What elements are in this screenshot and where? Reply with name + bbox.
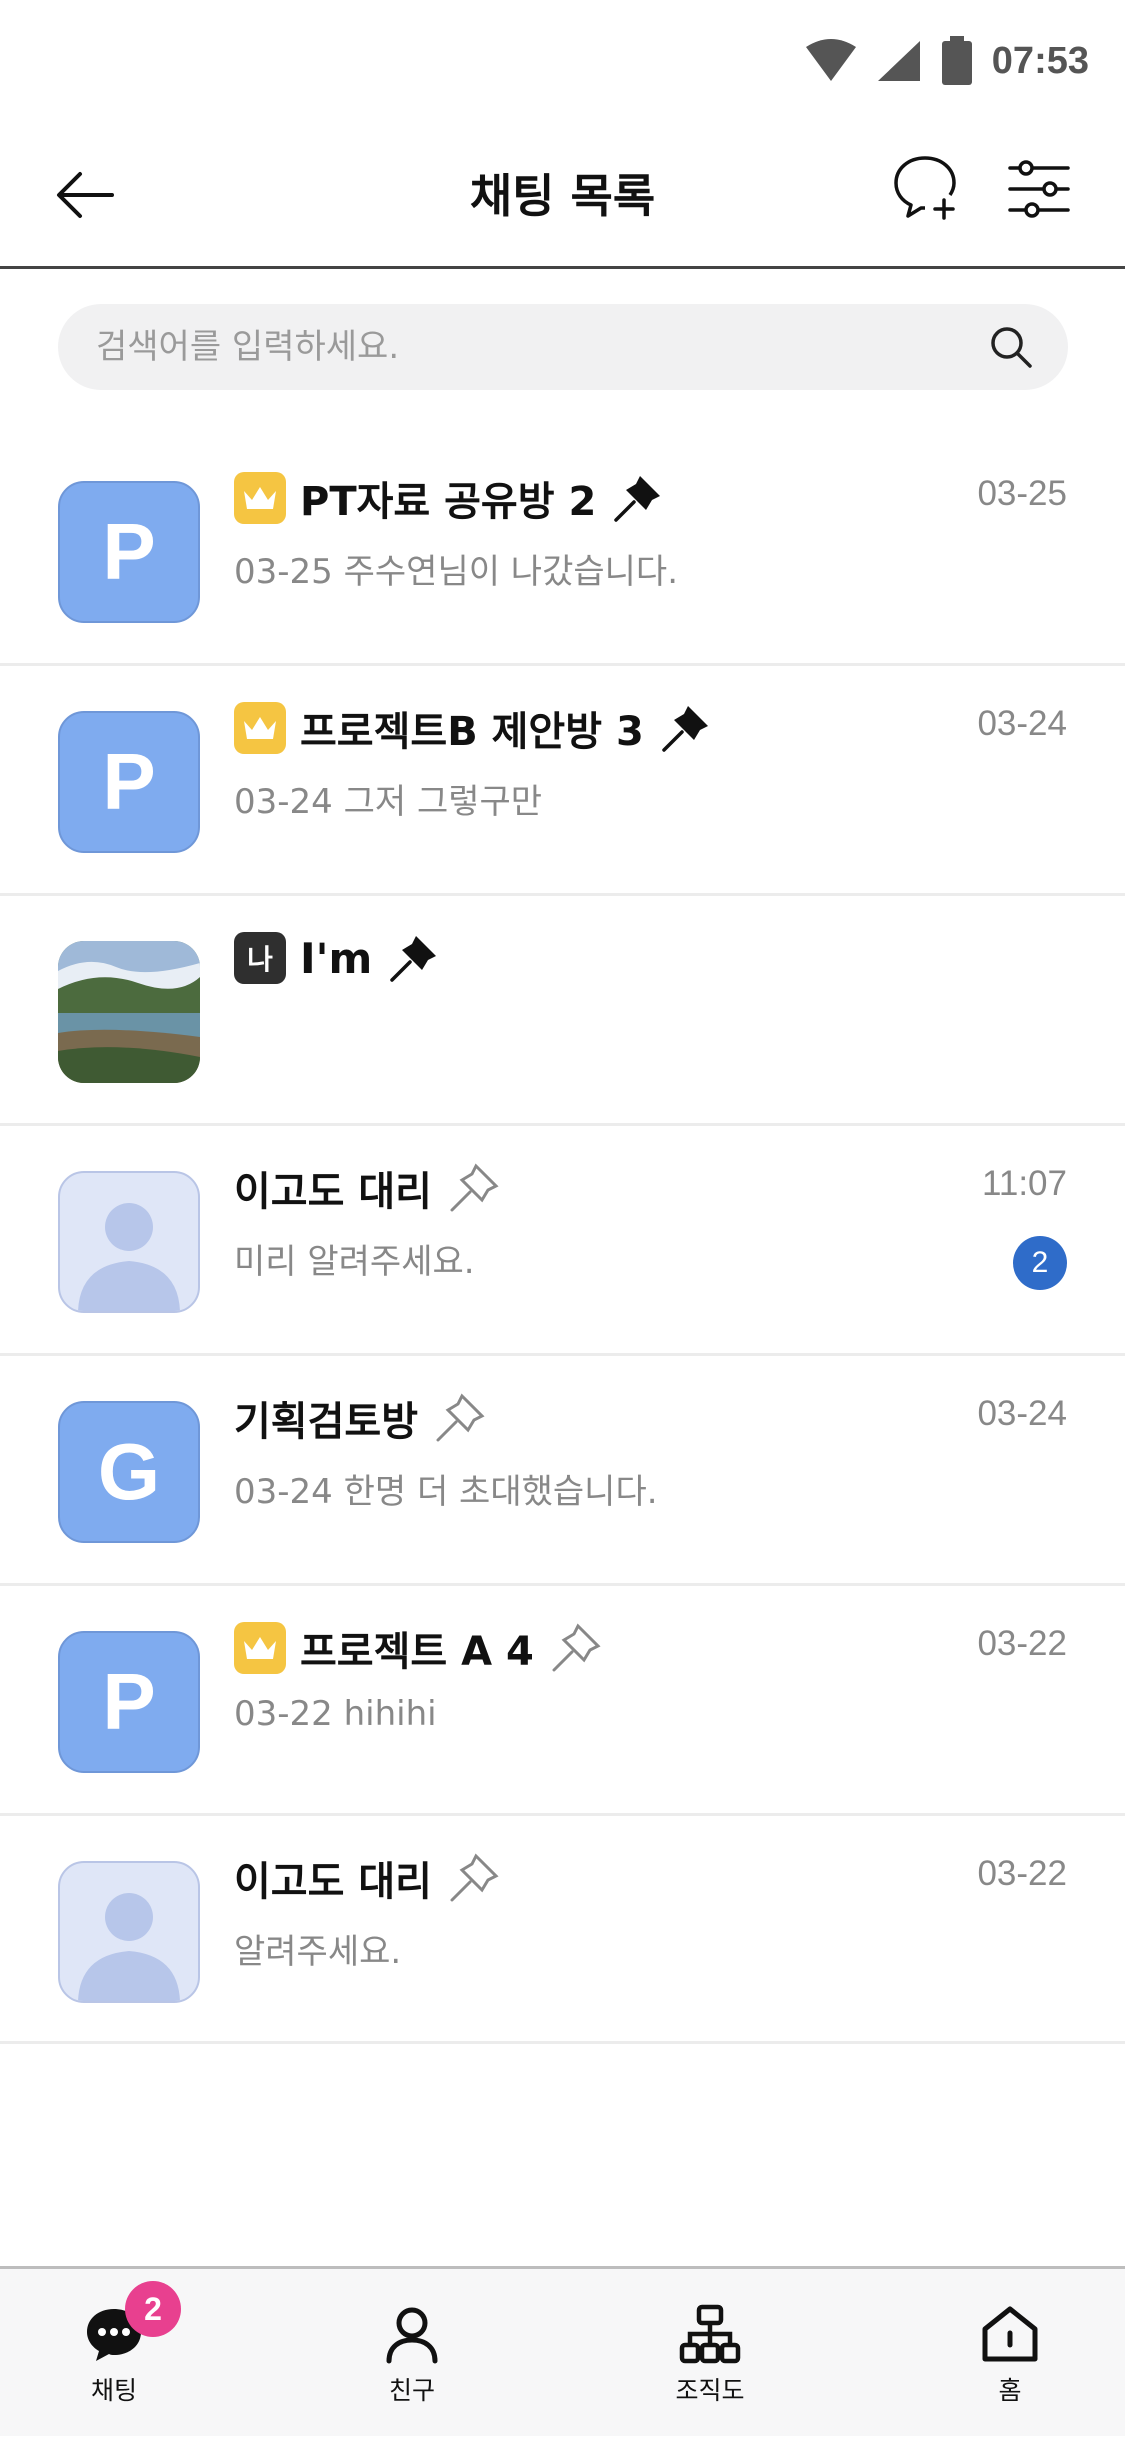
avatar-letter: P	[102, 737, 156, 826]
chat-name: PT자료 공유방 2	[300, 479, 597, 525]
chat-name: I'm	[300, 933, 373, 983]
crown-icon	[234, 472, 286, 524]
chat-title-line: 프로젝트 A 4	[234, 1616, 604, 1680]
room-avatar: P	[58, 711, 200, 853]
room-avatar: P	[58, 1631, 200, 1773]
chat-name: 이고도 대리	[234, 1169, 432, 1215]
chat-time: 03-24	[977, 704, 1067, 743]
chat-time: 03-24	[977, 1394, 1067, 1433]
chat-title-line: 이고도 대리	[234, 1846, 502, 1910]
me-badge: 나	[234, 932, 286, 984]
pin-filled-icon[interactable]	[610, 470, 666, 526]
chat-list: P PT자료 공유방 2 03-25 주수연님이 나갔습니다. 03-25 P …	[0, 436, 1125, 2044]
status-icons: 07:53	[804, 36, 1089, 86]
avatar-letter: P	[102, 1657, 156, 1746]
tab-chat[interactable]: 2 채팅	[14, 2269, 214, 2439]
chat-title-line: PT자료 공유방 2	[234, 466, 666, 530]
chat-title-line: 기획검토방	[234, 1386, 488, 1450]
chat-row[interactable]: 이고도 대리 미리 알려주세요. 11:07 2	[0, 1126, 1125, 1356]
avatar-letter: P	[102, 507, 156, 596]
pin-outline-icon[interactable]	[432, 1390, 488, 1446]
tab-home[interactable]: 홈	[910, 2269, 1110, 2439]
chat-row[interactable]: G 기획검토방 03-24 한명 더 초대했습니다. 03-24	[0, 1356, 1125, 1586]
chat-preview: 03-22 hihihi	[234, 1694, 437, 1734]
chat-title-line: 프로젝트B 제안방 3	[234, 696, 714, 760]
chat-time: 11:07	[982, 1164, 1067, 1203]
chat-row[interactable]: 이고도 대리 알려주세요. 03-22	[0, 1816, 1125, 2044]
status-time: 07:53	[991, 39, 1089, 82]
chat-preview: 알려주세요.	[234, 1932, 402, 1972]
chat-time: 03-22	[977, 1854, 1067, 1893]
tab-label: 홈	[998, 2376, 1022, 2405]
arrow-left-icon[interactable]	[52, 162, 118, 228]
status-bar: 07:53	[0, 0, 1125, 124]
crown-icon	[234, 1622, 286, 1674]
header: 채팅 목록	[0, 124, 1125, 269]
avatar-letter: G	[97, 1427, 161, 1516]
sliders-icon[interactable]	[1004, 154, 1074, 224]
chat-bubble-plus-icon[interactable]	[890, 152, 960, 222]
pin-outline-icon[interactable]	[446, 1850, 502, 1906]
room-avatar: P	[58, 481, 200, 623]
room-avatar: G	[58, 1401, 200, 1543]
org-chart-icon	[679, 2303, 741, 2365]
search-bar	[58, 304, 1068, 390]
chat-row[interactable]: P 프로젝트B 제안방 3 03-24 그저 그렇구만 03-24	[0, 666, 1125, 896]
crown-icon	[234, 702, 286, 754]
wifi-icon	[805, 39, 856, 81]
tab-label: 조직도	[675, 2376, 745, 2405]
unread-count-badge: 2	[1013, 1236, 1067, 1290]
chat-name: 기획검토방	[234, 1399, 418, 1445]
chat-name: 이고도 대리	[234, 1859, 432, 1905]
chat-title-line: 나 I'm	[234, 926, 442, 990]
chat-time: 03-25	[977, 474, 1067, 513]
tab-friends[interactable]: 친구	[312, 2269, 512, 2439]
signal-icon	[877, 41, 920, 81]
chat-time: 03-22	[977, 1624, 1067, 1663]
chat-icon: 2	[83, 2281, 181, 2365]
chat-preview: 미리 알려주세요.	[234, 1242, 475, 1282]
default-person-avatar	[58, 1861, 200, 2003]
tab-org-chart[interactable]: 조직도	[610, 2269, 810, 2439]
pin-outline-icon[interactable]	[548, 1620, 604, 1676]
search-icon[interactable]	[988, 324, 1034, 370]
chat-row[interactable]: P PT자료 공유방 2 03-25 주수연님이 나갔습니다. 03-25	[0, 436, 1125, 666]
chat-preview: 03-24 한명 더 초대했습니다.	[234, 1472, 658, 1512]
search-input[interactable]	[96, 304, 956, 390]
tab-label: 채팅	[90, 2376, 137, 2405]
tab-badge: 2	[125, 2281, 181, 2337]
chat-row-self[interactable]: 나 I'm	[0, 896, 1125, 1126]
chat-name: 프로젝트 A 4	[300, 1629, 534, 1675]
landscape-photo-avatar	[58, 941, 200, 1083]
person-icon	[381, 2303, 443, 2365]
chat-name: 프로젝트B 제안방 3	[300, 709, 644, 755]
bottom-tab-bar: 2 채팅 친구 조직도 홈	[0, 2266, 1125, 2436]
pin-outline-icon[interactable]	[446, 1160, 502, 1216]
battery-icon	[941, 36, 972, 85]
default-person-avatar	[58, 1171, 200, 1313]
chat-preview: 03-24 그저 그렇구만	[234, 782, 543, 822]
home-icon	[979, 2303, 1041, 2365]
chat-preview: 03-25 주수연님이 나갔습니다.	[234, 552, 679, 592]
pin-filled-icon[interactable]	[386, 930, 442, 986]
chat-title-line: 이고도 대리	[234, 1156, 502, 1220]
tab-label: 친구	[388, 2376, 435, 2405]
chat-row[interactable]: P 프로젝트 A 4 03-22 hihihi 03-22	[0, 1586, 1125, 1816]
pin-filled-icon[interactable]	[658, 700, 714, 756]
